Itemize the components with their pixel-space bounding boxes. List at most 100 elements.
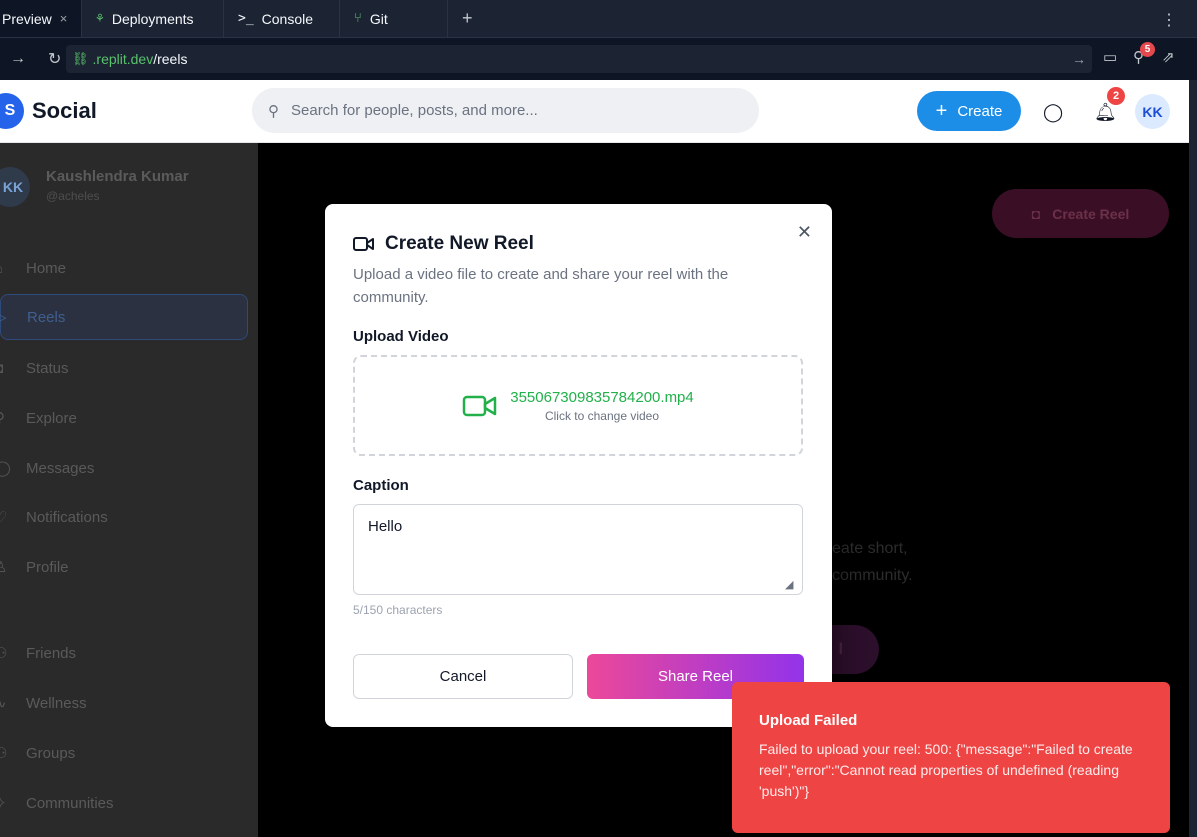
tab-preview[interactable]: Preview × [0, 0, 82, 37]
devices-icon[interactable]: ▭ [1103, 48, 1117, 66]
empty-state-text: community. [832, 567, 913, 584]
toast-title: Upload Failed [759, 712, 858, 729]
empty-state-text: eate short, [832, 540, 908, 557]
sidebar-item-messages[interactable]: ◯ Messages [0, 445, 248, 491]
caption-field[interactable]: Hello [353, 504, 803, 595]
sidebar-item-label: Communities [26, 794, 114, 812]
new-tab-button[interactable]: + [448, 0, 487, 37]
sidebar-item-groups[interactable]: ⚇ Groups [0, 730, 248, 776]
sidebar-item-label: Wellness [26, 694, 87, 712]
create-label: Create [957, 102, 1003, 120]
video-dropzone[interactable]: 355067309835784200.mp4 Click to change v… [353, 355, 803, 456]
address-bar: → ↻ ⛓ .replit.dev /reels → [0, 38, 1197, 80]
tab-git[interactable]: ⑂ Git [340, 0, 448, 37]
home-icon: ⌂ [0, 260, 20, 277]
dialog-description: Upload a video file to create and share … [353, 266, 729, 306]
sidebar-item-label: Reels [27, 308, 66, 326]
sparkle-icon: ✧ [0, 795, 7, 812]
resize-handle-icon[interactable]: ◢ [785, 578, 793, 591]
video-icon [462, 395, 497, 416]
sidebar: KK Kaushlendra Kumar @acheles ⌂ Home ▷ R… [0, 143, 258, 837]
sidebar-item-label: Explore [26, 409, 77, 427]
caption-label: Caption [353, 477, 409, 494]
heart-icon: ♡ [0, 509, 8, 526]
dropzone-hint: Click to change video [544, 408, 660, 423]
app-name[interactable]: Social [32, 98, 97, 124]
chat-icon: ◯ [0, 460, 11, 477]
upload-label: Upload Video [353, 328, 449, 345]
user-handle: @acheles [46, 189, 100, 203]
sidebar-item-label: Home [26, 259, 67, 277]
error-toast[interactable]: Upload Failed Failed to upload your reel… [732, 682, 1170, 833]
tab-label: Deployments [111, 10, 194, 27]
selected-file-name: 355067309835784200.mp4 [510, 388, 694, 406]
group-icon: ⚇ [0, 745, 8, 762]
bell-icon[interactable]: 🔔︎ [1094, 102, 1117, 123]
sidebar-item-label: Groups [26, 744, 76, 762]
sidebar-item-status[interactable]: ◘ Status [0, 345, 248, 391]
sidebar-item-label: Status [26, 359, 69, 377]
search-icon: ⚲ [268, 102, 279, 120]
sidebar-item-explore[interactable]: ⚲ Explore [0, 395, 248, 441]
character-count: 5/150 characters [353, 603, 443, 617]
sidebar-item-notifications[interactable]: ♡ Notifications [0, 494, 248, 540]
logo-icon[interactable]: S [0, 93, 24, 129]
avatar[interactable]: KK [1135, 94, 1170, 129]
deploy-icon: ⚘ [96, 11, 104, 26]
close-icon[interactable]: × [60, 11, 68, 26]
play-icon: ▷ [0, 309, 7, 326]
create-button[interactable]: + Create [917, 91, 1021, 131]
app-header: S Social ⚲ + Create ◯ 🔔︎ 2 KK [0, 80, 1189, 143]
search-bar[interactable]: ⚲ [252, 88, 759, 133]
go-arrow-icon[interactable]: → [1072, 51, 1086, 67]
sidebar-avatar[interactable]: KK [0, 167, 30, 207]
sidebar-item-communities[interactable]: ✧ Communities [0, 780, 248, 826]
sidebar-item-home[interactable]: ⌂ Home [0, 245, 248, 291]
scrollbar[interactable] [1189, 80, 1197, 837]
sidebar-item-label: Messages [26, 459, 95, 477]
tab-label: Git [369, 10, 388, 27]
user-name: Kaushlendra Kumar [46, 168, 189, 185]
search-input[interactable] [291, 102, 711, 119]
search-icon: ⚲ [0, 409, 20, 427]
notification-badge: 5 [1140, 42, 1155, 57]
cancel-button[interactable]: Cancel [353, 654, 573, 699]
notification-count-badge: 2 [1107, 87, 1125, 105]
dialog-title-text: Create New Reel [385, 233, 534, 254]
url-path: /reels [153, 51, 188, 67]
sidebar-item-label: Notifications [26, 508, 108, 526]
user-icon: ♙ [0, 559, 8, 576]
plus-icon: + [935, 100, 948, 122]
sidebar-item-friends[interactable]: ⚇ Friends [0, 630, 248, 676]
camera-icon: ◘ [1031, 205, 1041, 222]
sidebar-item-label: Profile [26, 558, 69, 576]
terminal-icon: >_ [238, 11, 254, 26]
external-link-icon[interactable]: ⇗ [1162, 48, 1175, 66]
create-reel-label: Create Reel [1052, 205, 1130, 222]
tab-label: Preview [2, 10, 52, 27]
users-icon: ⚇ [0, 645, 8, 662]
forward-icon[interactable]: → [10, 50, 26, 68]
sidebar-item-reels[interactable]: ▷ Reels [0, 294, 248, 340]
reload-icon[interactable]: ↻ [48, 49, 61, 69]
sidebar-item-label: Friends [26, 644, 77, 662]
camera-icon: ◘ [0, 360, 20, 377]
video-icon [353, 237, 374, 251]
git-icon: ⑂ [354, 11, 362, 26]
link-icon: ⛓ [72, 51, 89, 66]
chat-icon[interactable]: ◯ [1043, 102, 1063, 123]
url-field[interactable]: ⛓ .replit.dev /reels → [66, 45, 1092, 73]
create-reel-dialog: ✕ Create New Reel Upload a video file to… [325, 204, 832, 727]
sidebar-item-wellness[interactable]: ∿ Wellness [0, 680, 248, 726]
dialog-title: Create New Reel [353, 233, 534, 255]
ide-tab-bar: Preview × ⚘ Deployments >_ Console ⑂ Git… [0, 0, 1197, 38]
pulse-icon: ∿ [0, 695, 7, 712]
more-options-icon[interactable]: ⋮ [1161, 10, 1177, 30]
toast-message: Failed to upload your reel: 500: {"messa… [759, 741, 1133, 799]
create-reel-button[interactable]: ◘ Create Reel [992, 189, 1169, 238]
close-icon[interactable]: ✕ [797, 222, 812, 243]
tab-deployments[interactable]: ⚘ Deployments [82, 0, 224, 37]
tab-console[interactable]: >_ Console [224, 0, 340, 37]
url-domain: .replit.dev [92, 51, 154, 67]
sidebar-item-profile[interactable]: ♙ Profile [0, 544, 248, 590]
